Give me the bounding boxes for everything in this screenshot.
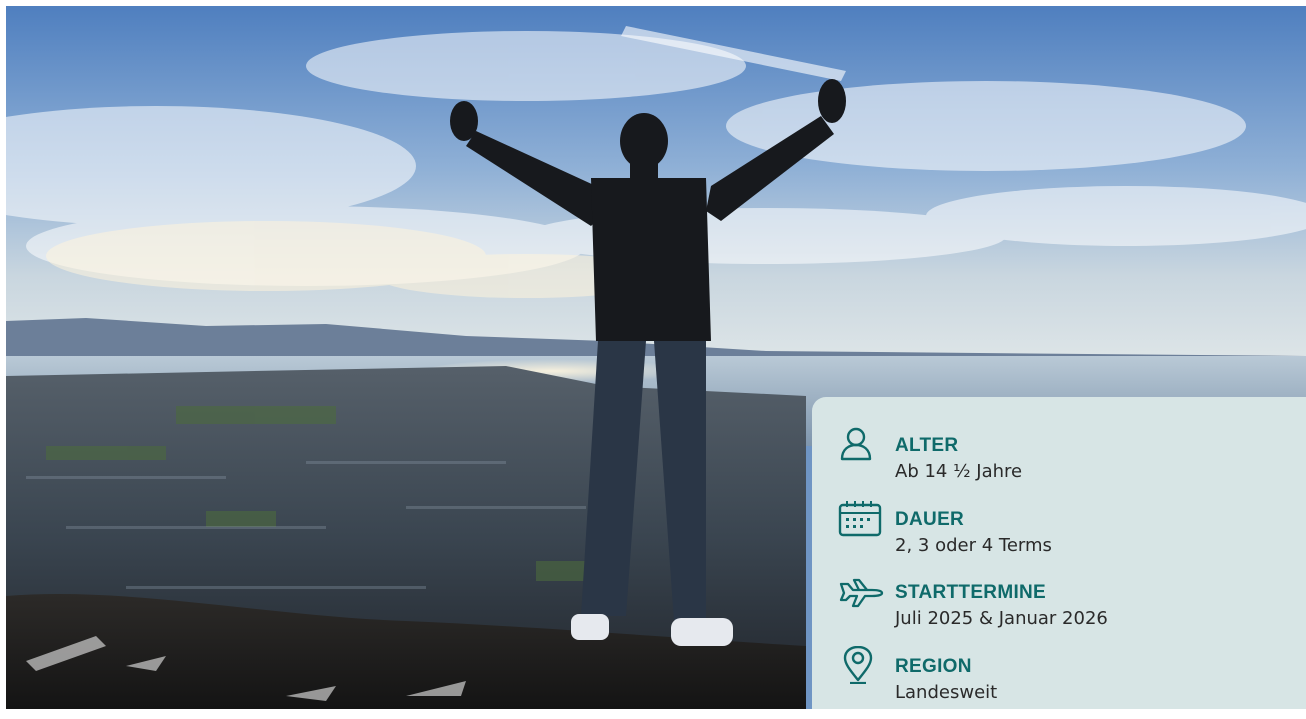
info-row-starttermine: STARTTERMINE Juli 2025 & Januar 2026 xyxy=(838,572,1306,646)
program-info-card: ALTER Ab 14 ½ Jahre DAUER 2, 3 oder 4 xyxy=(812,397,1306,709)
info-label: REGION xyxy=(895,656,972,678)
info-row-alter: ALTER Ab 14 ½ Jahre xyxy=(838,425,1306,499)
person-icon xyxy=(838,425,884,463)
info-value: Ab 14 ½ Jahre xyxy=(895,461,1022,482)
map-pin-icon xyxy=(838,646,884,684)
info-label: ALTER xyxy=(895,435,958,457)
info-label: STARTTERMINE xyxy=(895,582,1046,604)
info-value: 2, 3 oder 4 Terms xyxy=(895,535,1052,556)
calendar-icon xyxy=(838,499,884,537)
airplane-icon xyxy=(838,572,884,610)
info-row-dauer: DAUER 2, 3 oder 4 Terms xyxy=(838,499,1306,573)
info-value: Landesweit xyxy=(895,682,997,703)
info-value: Juli 2025 & Januar 2026 xyxy=(895,608,1108,629)
info-row-region: REGION Landesweit xyxy=(838,646,1306,719)
info-label: DAUER xyxy=(895,509,964,531)
